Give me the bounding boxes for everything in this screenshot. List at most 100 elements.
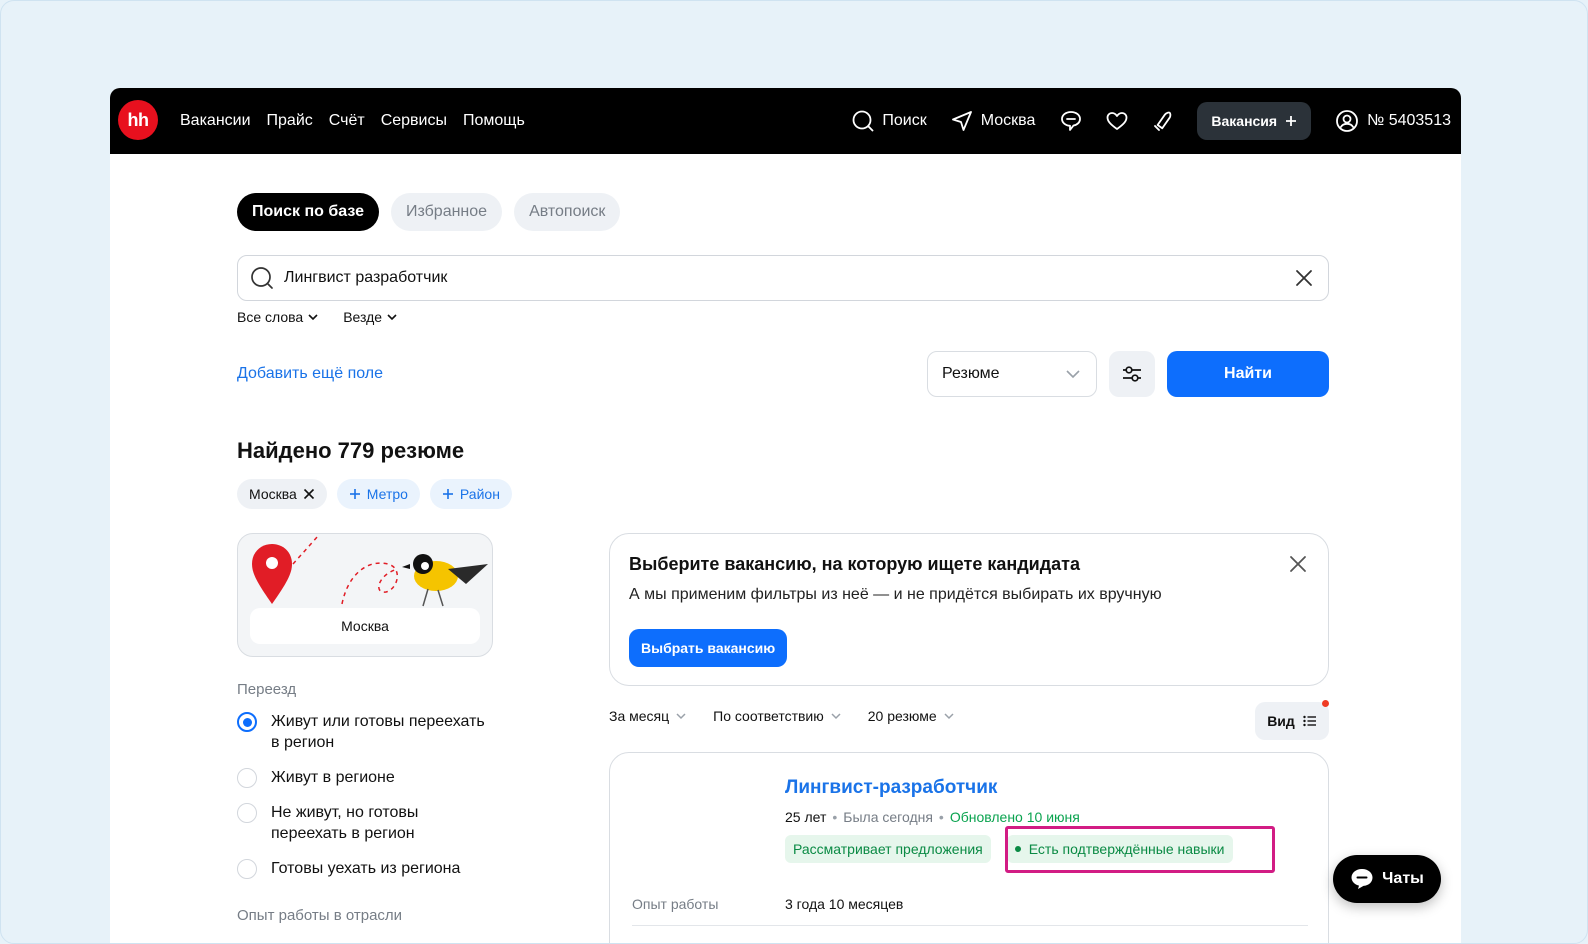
chat-icon	[1350, 868, 1374, 890]
resume-card[interactable]: Лингвист-разработчик 25 лет • Была сегод…	[609, 752, 1329, 943]
page-size-label: 20 резюме	[867, 708, 937, 724]
experience-label: Опыт работы	[632, 896, 719, 912]
chats-button[interactable]: Чаты	[1333, 855, 1441, 903]
radio-unselected[interactable]	[237, 859, 257, 879]
region-map-card[interactable]: Москва	[237, 533, 493, 657]
heart-icon[interactable]	[1105, 109, 1129, 133]
plus-icon	[442, 488, 454, 500]
scope-label: Везде	[343, 309, 383, 325]
account-menu[interactable]: № 5403513	[1335, 109, 1451, 133]
badge-open-to-offers: Рассматривает предложения	[785, 835, 991, 863]
relocation-option-label: Живут или готовы переехать в регион	[271, 713, 485, 751]
find-button[interactable]: Найти	[1167, 351, 1329, 397]
resume-updated: Обновлено 10 июня	[949, 809, 1080, 825]
divider	[632, 925, 1308, 926]
tab-autosearch[interactable]: Автопоиск	[514, 193, 621, 231]
relocation-option-label: Живут в регионе	[271, 769, 395, 786]
app-window: hh Вакансии Прайс Счёт Сервисы Помощь По…	[110, 88, 1461, 943]
radio-selected[interactable]	[237, 712, 257, 732]
search-icon	[852, 110, 874, 132]
tab-favorites[interactable]: Избранное	[390, 193, 503, 231]
relocation-option-label: Не живут, но готовы переехать в регион	[271, 804, 419, 842]
top-navbar: hh Вакансии Прайс Счёт Сервисы Помощь По…	[110, 88, 1461, 154]
view-button[interactable]: Вид	[1255, 702, 1329, 740]
tab-database-search[interactable]: Поиск по базе	[237, 193, 379, 231]
period-label: За месяц	[609, 708, 670, 724]
list-icon	[1303, 715, 1317, 727]
nav-links: Вакансии Прайс Счёт Сервисы Помощь	[180, 88, 525, 154]
chip-city[interactable]: Москва	[237, 479, 327, 509]
chats-label: Чаты	[1382, 870, 1424, 887]
results-count-title: Найдено 779 резюме	[237, 438, 465, 463]
nav-link-help[interactable]: Помощь	[463, 112, 525, 130]
banner-text: А мы применим фильтры из неё — и не прид…	[629, 586, 1162, 603]
period-dropdown[interactable]: За месяц	[609, 708, 687, 724]
page-size-dropdown[interactable]: 20 резюме	[868, 708, 955, 724]
filters-button[interactable]	[1109, 351, 1155, 397]
chevron-down-icon	[830, 710, 842, 722]
clear-search-icon[interactable]	[1294, 268, 1314, 288]
word-mode-dropdown[interactable]: Все слова	[237, 309, 319, 325]
hh-logo[interactable]: hh	[118, 100, 158, 140]
experience-value: 3 года 10 месяцев	[785, 896, 904, 912]
add-field-link[interactable]: Добавить ещё поле	[237, 365, 383, 383]
close-icon[interactable]	[303, 488, 315, 500]
relocation-option-label: Готовы уехать из региона	[271, 860, 461, 877]
search-type-value: Резюме	[942, 365, 1000, 382]
notification-dot	[1322, 700, 1329, 707]
radio-unselected[interactable]	[237, 768, 257, 788]
chevron-down-icon	[386, 311, 398, 323]
relocation-option[interactable]: Живут в регионе	[237, 767, 497, 788]
relocation-option[interactable]: Не живут, но готовы переехать в регион	[237, 802, 497, 844]
choose-vacancy-banner: Выберите вакансию, на которую ищете канд…	[609, 533, 1329, 686]
close-icon[interactable]	[1288, 554, 1308, 574]
nav-city-label: Москва	[980, 112, 1036, 129]
view-label: Вид	[1267, 713, 1295, 729]
chip-district-label: Район	[459, 486, 500, 502]
search-icon	[250, 266, 274, 290]
account-number: № 5403513	[1367, 112, 1451, 129]
resume-experience-row: Опыт работы 3 года 10 месяцев	[632, 896, 903, 912]
add-vacancy-label: Вакансия	[1211, 113, 1278, 129]
screen-frame: hh Вакансии Прайс Счёт Сервисы Помощь По…	[0, 0, 1588, 944]
search-options: Все слова Везде	[237, 309, 398, 325]
chip-add-metro[interactable]: Метро	[336, 479, 420, 509]
chip-add-district[interactable]: Район	[429, 479, 512, 509]
relocation-options: Живут или готовы переехать в регион Живу…	[237, 711, 497, 893]
choose-vacancy-button[interactable]: Выбрать вакансию	[629, 629, 788, 667]
search-input[interactable]	[284, 269, 1264, 287]
chat-bubble-icon[interactable]	[1059, 109, 1083, 133]
order-dropdown[interactable]: По соответствию	[713, 708, 842, 724]
bell-icon[interactable]	[1151, 109, 1175, 133]
chip-city-label: Москва	[249, 486, 297, 502]
plus-icon	[1285, 115, 1297, 127]
separator-dot: •	[832, 809, 838, 825]
scope-dropdown[interactable]: Везде	[343, 309, 398, 325]
search-box	[237, 255, 1329, 301]
search-type-select[interactable]: Резюме	[927, 351, 1097, 397]
nav-link-services[interactable]: Сервисы	[381, 112, 447, 130]
nav-link-bill[interactable]: Счёт	[329, 112, 365, 130]
relocation-option[interactable]: Готовы уехать из региона	[237, 858, 497, 879]
resume-age: 25 лет	[785, 809, 827, 825]
relocation-title: Переезд	[237, 681, 297, 698]
resume-meta: 25 лет • Была сегодня • Обновлено 10 июн…	[785, 809, 1080, 825]
map-city-label: Москва	[250, 608, 480, 644]
separator-dot: •	[938, 809, 944, 825]
user-icon	[1335, 109, 1359, 133]
location-arrow-icon	[951, 110, 973, 132]
word-mode-label: Все слова	[237, 309, 304, 325]
nav-search[interactable]: Поиск	[852, 110, 927, 132]
add-vacancy-button[interactable]: Вакансия	[1197, 102, 1312, 140]
nav-link-price[interactable]: Прайс	[267, 112, 313, 130]
chevron-down-icon	[1064, 365, 1082, 383]
nav-city[interactable]: Москва	[951, 110, 1036, 132]
nav-link-vacancies[interactable]: Вакансии	[180, 112, 251, 130]
relocation-option[interactable]: Живут или готовы переехать в регион	[237, 711, 497, 753]
radio-unselected[interactable]	[237, 803, 257, 823]
resume-title-link[interactable]: Лингвист-разработчик	[785, 777, 997, 799]
highlight-frame	[1005, 826, 1275, 873]
nav-right: Поиск Москва Вакансия № 5403513	[852, 88, 1451, 154]
resume-last-seen: Была сегодня	[843, 809, 933, 825]
sliders-icon	[1120, 362, 1144, 386]
